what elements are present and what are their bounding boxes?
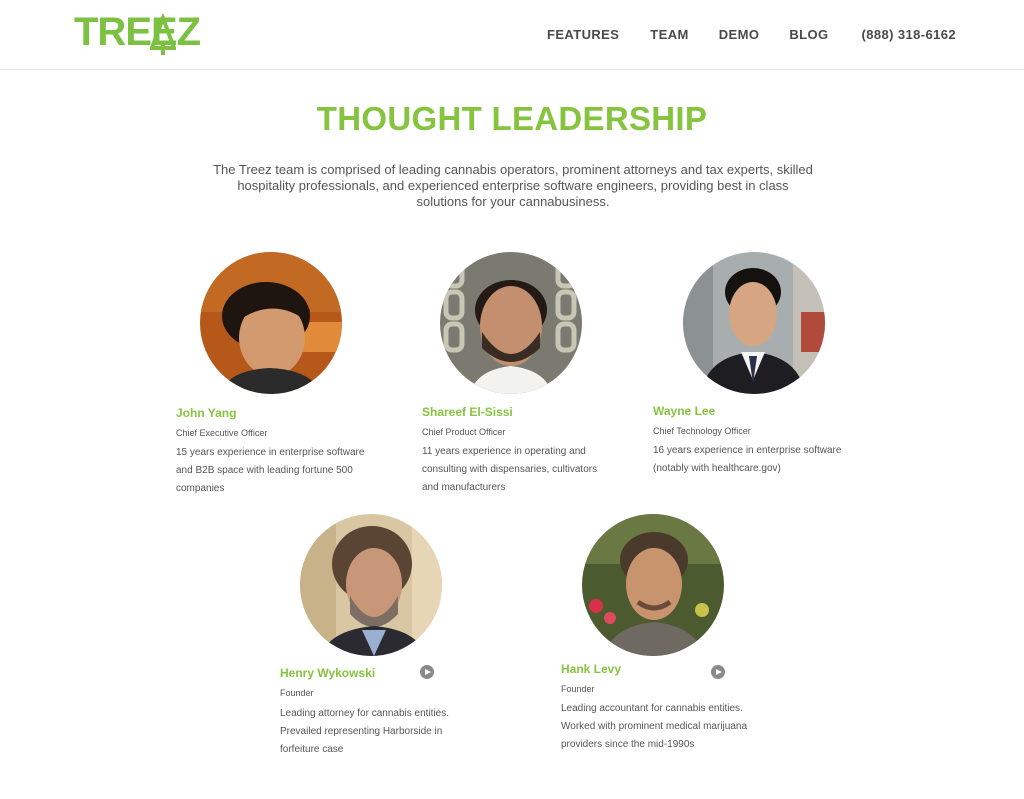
page-title: THOUGHT LEADERSHIP (316, 100, 708, 137)
nav-phone[interactable]: (888) 318-6162 (862, 27, 957, 43)
intro-line: solutions for your cannabusiness. (416, 194, 610, 209)
member-bio: 16 years experience in enterprise softwa… (653, 442, 841, 478)
member-role: Chief Technology Officer (653, 426, 751, 436)
member-bio: Leading attorney for cannabis entities. … (280, 705, 449, 759)
nav-demo[interactable]: DEMO (719, 27, 760, 43)
bio-line: Leading accountant for cannabis entities… (561, 703, 743, 714)
avatar (300, 514, 442, 656)
portrait-image (683, 252, 825, 394)
logo-text: TREEZ (74, 10, 201, 54)
bio-line: and manufacturers (422, 482, 506, 493)
intro-line: hospitality professionals, and experienc… (237, 178, 789, 193)
intro-line: The Treez team is comprised of leading c… (213, 162, 813, 177)
avatar (200, 252, 342, 394)
member-role: Chief Executive Officer (176, 428, 268, 438)
portrait-image (200, 252, 342, 394)
member-name: John Yang (176, 406, 237, 420)
member-bio: 11 years experience in operating and con… (422, 443, 597, 497)
nav-features[interactable]: FEATURES (547, 27, 619, 43)
play-video-icon[interactable] (420, 665, 434, 679)
member-bio: 15 years experience in enterprise softwa… (176, 444, 364, 498)
portrait-image (300, 514, 442, 656)
avatar (582, 514, 724, 656)
member-role: Founder (561, 684, 595, 694)
nav-team[interactable]: TEAM (650, 27, 688, 43)
bio-line: companies (176, 483, 225, 494)
bio-line: and B2B space with leading fortune 500 (176, 465, 353, 476)
member-role: Founder (280, 688, 314, 698)
member-name: Hank Levy (561, 662, 622, 676)
member-name: Henry Wykowski (280, 666, 376, 680)
nav-blog[interactable]: BLOG (789, 27, 828, 43)
bio-line: 16 years experience in enterprise softwa… (653, 445, 842, 456)
bio-line: Worked with prominent medical marijuana (561, 721, 748, 732)
bio-line: forfeiture case (280, 744, 344, 755)
treez-logo[interactable]: TREEZ (74, 10, 201, 56)
portrait-image (440, 252, 582, 394)
play-video-icon[interactable] (711, 665, 725, 679)
bio-line: consulting with dispensaries, cultivator… (422, 464, 598, 475)
member-role: Chief Product Officer (422, 427, 506, 437)
site-header: TREEZ FEATURES TEAM DEMO BLOG (888) 318-… (0, 0, 1024, 70)
bio-line: (notably with healthcare.gov) (653, 463, 781, 474)
avatar (440, 252, 582, 394)
member-bio: Leading accountant for cannabis entities… (561, 700, 747, 754)
bio-line: 15 years experience in enterprise softwa… (176, 447, 365, 458)
intro-text: The Treez team is comprised of leading c… (206, 162, 820, 210)
bio-line: Leading attorney for cannabis entities. (280, 708, 449, 719)
main-nav: FEATURES TEAM DEMO BLOG (888) 318-6162 (547, 27, 956, 43)
tree-mark-icon (150, 14, 176, 55)
bio-line: providers since the mid-1990s (561, 739, 695, 750)
member-name: Wayne Lee (653, 404, 716, 418)
portrait-image (582, 514, 724, 656)
avatar (683, 252, 825, 394)
bio-line: 11 years experience in operating and (422, 446, 586, 457)
member-name: Shareef El-Sissi (422, 405, 513, 419)
bio-line: Prevailed representing Harborside in (280, 726, 443, 737)
